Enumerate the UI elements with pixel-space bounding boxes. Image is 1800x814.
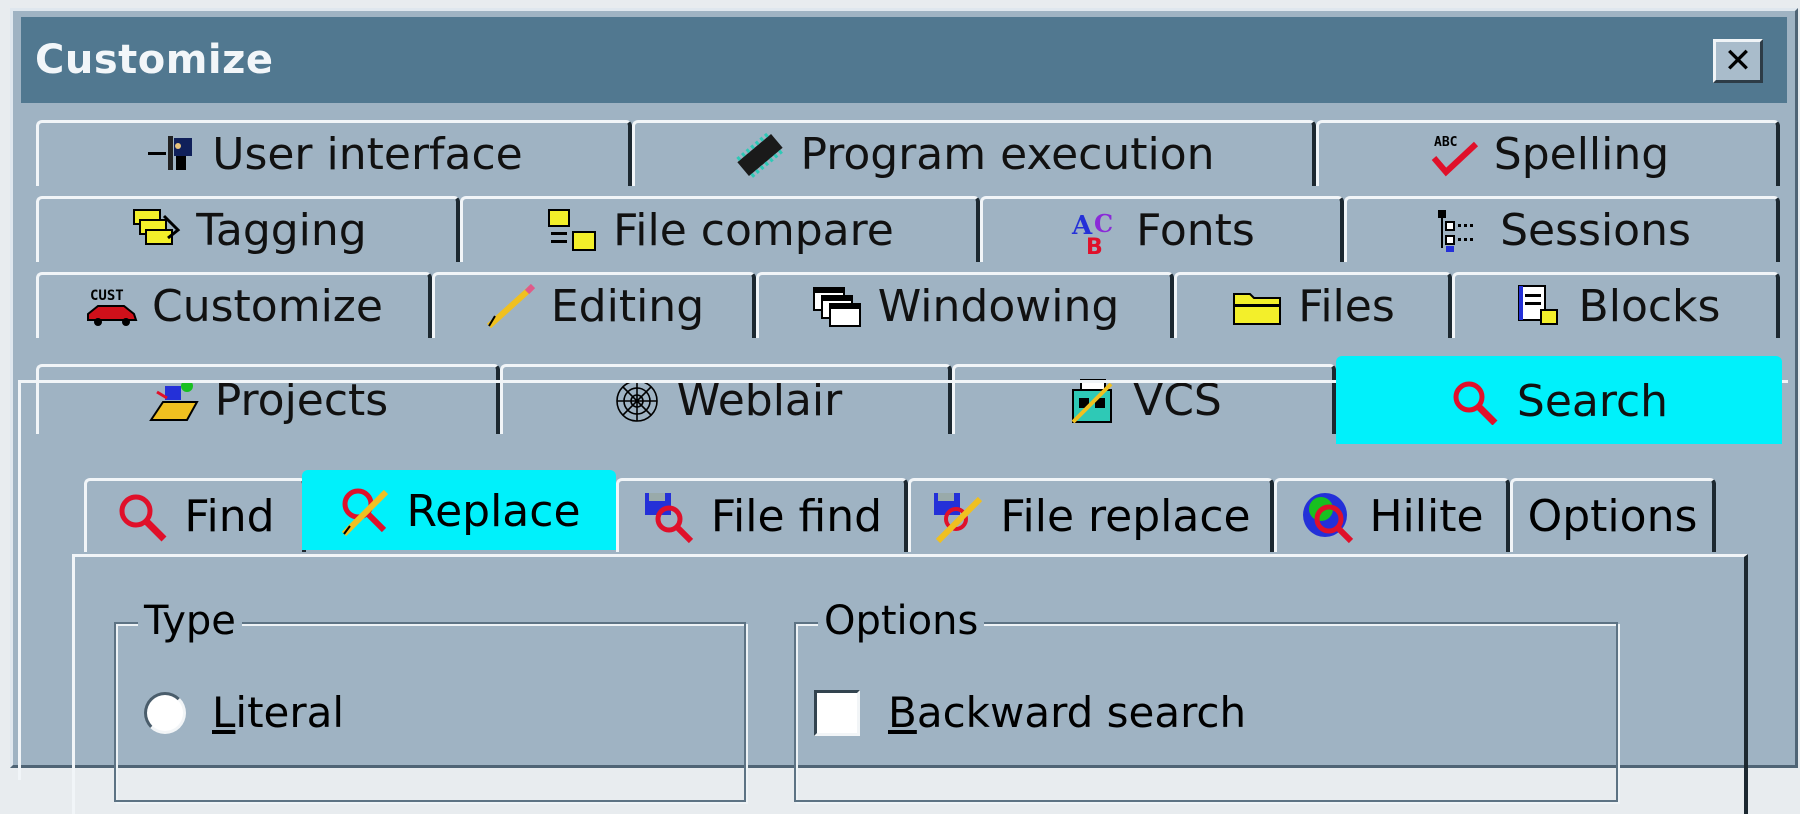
- backward-search-label[interactable]: Backward search: [888, 688, 1246, 737]
- subtab-label: Replace: [406, 486, 581, 537]
- subtab-find[interactable]: Find: [84, 478, 306, 552]
- sessions-tree-icon: [1438, 209, 1474, 252]
- tab-label: Editing: [550, 281, 705, 332]
- close-button[interactable]: ✕: [1713, 39, 1763, 83]
- subtab-label: Hilite: [1369, 491, 1484, 542]
- tab-files[interactable]: Files: [1174, 272, 1452, 338]
- tab-label: Spelling: [1493, 129, 1670, 180]
- user-interface-icon: [148, 135, 193, 170]
- tab-customize[interactable]: CUST Customize: [36, 272, 432, 338]
- spellcheck-icon: ABC: [1431, 135, 1478, 176]
- tab-spelling[interactable]: ABC Spelling: [1316, 120, 1780, 186]
- backward-search-checkbox[interactable]: [814, 690, 860, 736]
- svg-text:CUST: CUST: [90, 288, 124, 304]
- svg-text:ABC: ABC: [1434, 135, 1457, 150]
- tab-tagging[interactable]: Tagging: [36, 196, 460, 262]
- options-group-legend: Options: [818, 598, 985, 644]
- tab-label: Tagging: [196, 205, 367, 256]
- tab-label: File compare: [613, 205, 894, 256]
- fonts-icon: A C B: [1071, 209, 1113, 254]
- tab-fonts[interactable]: A C B Fonts: [980, 196, 1344, 262]
- custom-car-icon: CUST: [87, 288, 138, 326]
- svg-text:C: C: [1094, 209, 1113, 238]
- tab-editing[interactable]: Editing: [432, 272, 756, 338]
- backward-search-label-rest: ackward search: [916, 688, 1247, 737]
- chip-icon: [736, 132, 784, 178]
- file-find-icon: [644, 492, 694, 543]
- file-replace-icon: [934, 492, 983, 543]
- blocks-icon: [1517, 284, 1558, 325]
- tab-user-interface[interactable]: User interface: [36, 120, 632, 186]
- subtab-file-find[interactable]: File find: [616, 478, 908, 552]
- subtab-label: Options: [1527, 491, 1698, 542]
- tab-file-compare[interactable]: File compare: [460, 196, 980, 262]
- literal-radio[interactable]: [144, 692, 186, 734]
- subtab-label: Find: [184, 491, 275, 542]
- subtab-hilite[interactable]: Hilite: [1274, 478, 1510, 552]
- tab-label: Sessions: [1500, 205, 1691, 256]
- tab-label: Windowing: [877, 281, 1120, 332]
- tab-label: Fonts: [1136, 205, 1255, 256]
- tab-sessions[interactable]: Sessions: [1344, 196, 1780, 262]
- tab-program-execution[interactable]: Program execution: [632, 120, 1316, 186]
- backward-search-accelerator: B: [888, 688, 917, 737]
- tab-windowing[interactable]: Windowing: [756, 272, 1174, 338]
- title-bar[interactable]: Customize ✕: [21, 17, 1787, 103]
- close-icon: ✕: [1723, 41, 1753, 81]
- type-group: Type: [114, 598, 746, 802]
- magnifier-icon: [1453, 381, 1498, 425]
- tab-label: Files: [1298, 281, 1395, 332]
- tab-label: Search: [1516, 376, 1669, 427]
- subtab-label: File find: [710, 491, 883, 542]
- tab-label: Customize: [152, 281, 383, 332]
- subtab-label: File replace: [1000, 491, 1251, 542]
- tab-blocks[interactable]: Blocks: [1452, 272, 1780, 338]
- tags-icon: [133, 208, 181, 245]
- literal-accelerator: L: [212, 688, 236, 737]
- hilite-icon: [1303, 492, 1354, 543]
- replace-icon: [342, 488, 389, 536]
- pencil-icon: [486, 283, 535, 328]
- folder-icon: [1233, 292, 1282, 325]
- window-title: Customize: [35, 37, 274, 83]
- literal-label-rest: iteral: [235, 688, 345, 737]
- tab-label: Program execution: [800, 129, 1215, 180]
- literal-label[interactable]: Literal: [212, 688, 344, 737]
- subtab-options[interactable]: Options: [1510, 478, 1716, 552]
- type-group-legend: Type: [138, 598, 242, 644]
- windows-icon: [812, 286, 861, 327]
- tab-search[interactable]: Search: [1336, 356, 1782, 444]
- tab-label: Blocks: [1578, 281, 1721, 332]
- magnifier-icon: [119, 494, 167, 541]
- subtab-file-replace[interactable]: File replace: [908, 478, 1274, 552]
- subtab-replace[interactable]: Replace: [302, 470, 616, 550]
- svg-text:B: B: [1086, 235, 1103, 254]
- tab-label: User interface: [212, 129, 523, 180]
- folder-compare-icon: [548, 208, 597, 251]
